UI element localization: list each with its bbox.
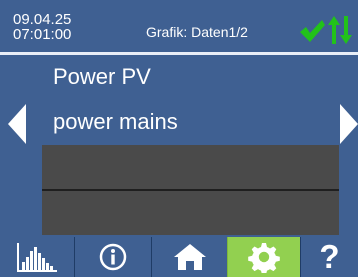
triangle-right-icon[interactable]: [340, 104, 358, 144]
time-display: 07:01:00: [13, 26, 72, 43]
info-icon: [99, 243, 127, 271]
gear-icon: [248, 243, 280, 273]
main-panel: 09.04.25 07:01:00 Grafik: Daten1/2 Power…: [0, 0, 358, 277]
help-button[interactable]: ?: [300, 237, 358, 277]
home-icon: [173, 244, 206, 270]
home-button[interactable]: [151, 237, 227, 277]
empty-series-slot[interactable]: [42, 145, 339, 189]
date-display: 09.04.25: [13, 11, 72, 28]
help-icon: ?: [319, 238, 340, 275]
settings-button[interactable]: [227, 237, 300, 277]
series-label-power-mains[interactable]: power mains: [53, 111, 178, 133]
screen-margin: [358, 0, 363, 277]
info-button[interactable]: [74, 237, 151, 277]
page-title: Grafik: Daten1/2: [146, 24, 248, 40]
header-divider: [0, 52, 358, 55]
device-screen: 09.04.25 07:01:00 Grafik: Daten1/2 Power…: [0, 0, 363, 277]
bar-chart-icon: [17, 243, 57, 272]
chart-button[interactable]: [0, 237, 74, 277]
updown-arrows-icon: [328, 16, 352, 44]
series-label-power-pv[interactable]: Power PV: [53, 66, 151, 88]
empty-series-slot[interactable]: [42, 191, 339, 235]
triangle-left-icon[interactable]: [8, 104, 26, 144]
check-icon: [300, 20, 325, 42]
header-bar: 09.04.25 07:01:00 Grafik: Daten1/2: [0, 0, 358, 52]
